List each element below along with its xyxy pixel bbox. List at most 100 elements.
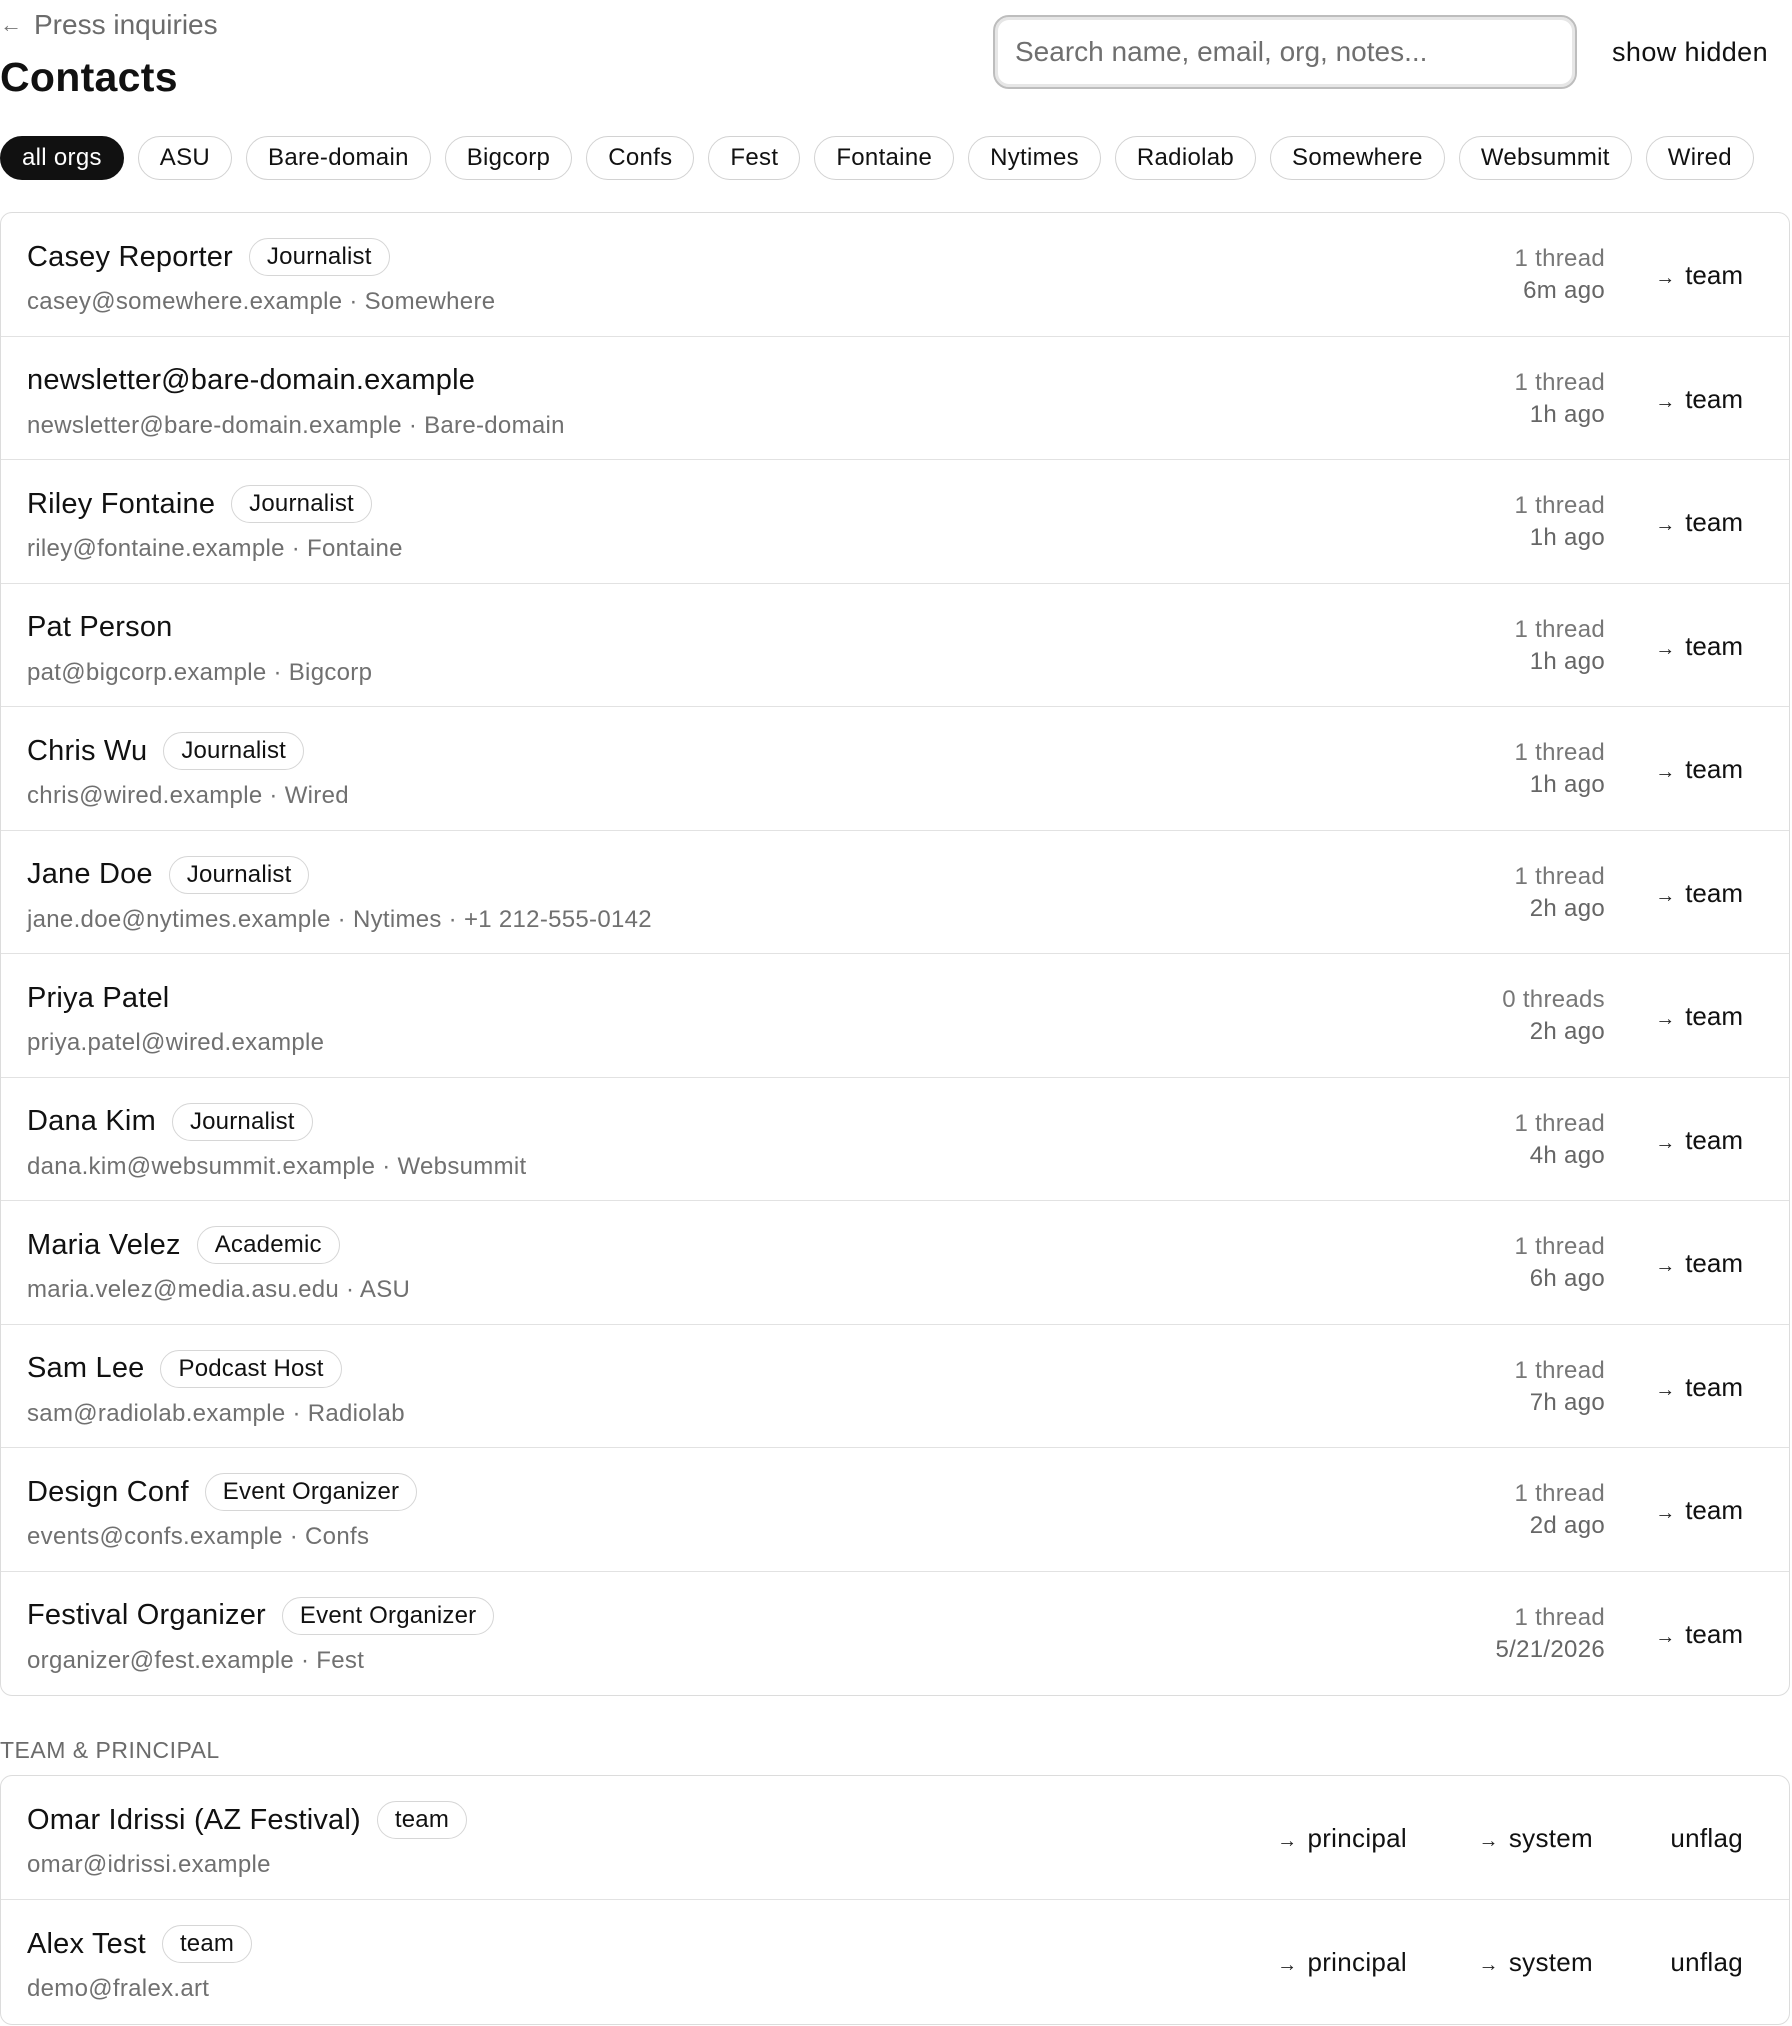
team-member-row[interactable]: Alex Test team demo@fralex.art → principa…	[1, 1900, 1789, 2024]
contact-details: events@confs.example · Confs	[27, 1523, 370, 1550]
contact-row[interactable]: Maria Velez Academic maria.velez@media.a…	[1, 1201, 1789, 1325]
filter-chip-nytimes[interactable]: Nytimes	[968, 136, 1101, 180]
thread-info: 1 thread 4h ago	[1515, 1108, 1605, 1172]
contact-name: Design Conf	[27, 1475, 189, 1508]
contact-row[interactable]: Design Conf Event Organizer events@confs…	[1, 1448, 1789, 1572]
arrow-right-icon: →	[1655, 1255, 1676, 1277]
contact-details: maria.velez@media.asu.edu · ASU	[27, 1276, 411, 1303]
last-activity: 2d ago	[1529, 1512, 1605, 1539]
filter-chip-asu[interactable]: ASU	[137, 136, 233, 180]
thread-count: 0 threads	[1502, 986, 1605, 1013]
arrow-right-icon: →	[1655, 884, 1676, 907]
filter-chip-bare-domain[interactable]: Bare-domain	[246, 136, 431, 180]
filter-chip-all-orgs[interactable]: all orgs	[0, 136, 124, 180]
mark-team-button[interactable]: → team	[1655, 1492, 1743, 1528]
unflag-button[interactable]: unflag	[1670, 1820, 1743, 1856]
thread-info: 1 thread 2d ago	[1515, 1478, 1605, 1542]
contact-details: dana.kim@websummit.example · Websummit	[27, 1152, 527, 1180]
thread-count: 1 thread	[1514, 245, 1605, 272]
arrow-right-icon: →	[1478, 1830, 1499, 1852]
mark-principal-button[interactable]: → principal	[1277, 1944, 1407, 1980]
contact-role-tag: Event Organizer	[204, 1473, 418, 1511]
mark-team-button[interactable]: → team	[1655, 1122, 1743, 1158]
mark-team-button[interactable]: → team	[1655, 504, 1743, 540]
thread-info: 1 thread 2h ago	[1515, 861, 1605, 925]
contact-name: Chris Wu	[27, 734, 148, 767]
back-link-label: Press inquiries	[34, 9, 218, 40]
thread-info: 1 thread 5/21/2026	[1496, 1602, 1605, 1666]
mark-system-label: system	[1508, 1823, 1593, 1853]
mark-team-button[interactable]: → team	[1655, 628, 1743, 664]
arrow-right-icon: →	[1655, 1008, 1676, 1030]
thread-info: 1 thread 7h ago	[1515, 1355, 1605, 1419]
filter-chip-wired[interactable]: Wired	[1645, 136, 1754, 180]
arrow-right-icon: →	[1655, 1625, 1676, 1648]
team-list: Omar Idrissi (AZ Festival) team omar@idr…	[0, 1775, 1790, 2025]
mark-system-button[interactable]: → system	[1479, 1944, 1593, 1980]
contact-name-line: Jane Doe Journalist	[27, 855, 310, 895]
filter-chip-websummit[interactable]: Websummit	[1458, 136, 1632, 180]
search-input[interactable]	[1003, 21, 1563, 83]
filter-chip-somewhere[interactable]: Somewhere	[1270, 136, 1445, 180]
contact-details: casey@somewhere.example · Somewhere	[27, 288, 496, 315]
arrow-right-icon: →	[1277, 1830, 1298, 1852]
mark-team-button[interactable]: → team	[1655, 1245, 1743, 1281]
contact-role-tag: Academic	[196, 1226, 340, 1264]
contact-row[interactable]: Jane Doe Journalist jane.doe@nytimes.exa…	[1, 831, 1789, 954]
member-role-tag: team	[376, 1801, 468, 1839]
contact-row[interactable]: Chris Wu Journalist chris@wired.example …	[1, 707, 1789, 831]
member-email: demo@fralex.art	[27, 1975, 210, 2002]
mark-system-button[interactable]: → system	[1479, 1820, 1593, 1856]
contact-row[interactable]: Festival Organizer Event Organizer organ…	[1, 1572, 1789, 1696]
contact-role-tag: Podcast Host	[160, 1349, 342, 1388]
contact-name: Dana Kim	[27, 1105, 156, 1137]
back-link[interactable]: ← Press inquiries	[0, 6, 218, 44]
filter-chip-radiolab[interactable]: Radiolab	[1114, 136, 1257, 180]
contact-role-tag: Journalist	[231, 485, 372, 523]
member-name: Omar Idrissi (AZ Festival)	[27, 1803, 361, 1836]
contact-row[interactable]: Riley Fontaine Journalist riley@fontaine…	[1, 460, 1789, 584]
arrow-right-icon: →	[1655, 267, 1676, 289]
contact-name: Pat Person	[27, 611, 173, 643]
unflag-button[interactable]: unflag	[1670, 1944, 1743, 1980]
arrow-right-icon: →	[1277, 1954, 1298, 1976]
mark-team-button[interactable]: → team	[1655, 1616, 1743, 1652]
mark-team-button[interactable]: → team	[1655, 875, 1743, 911]
mark-team-button[interactable]: → team	[1655, 1369, 1743, 1405]
team-member-row[interactable]: Omar Idrissi (AZ Festival) team omar@idr…	[1, 1776, 1789, 1900]
thread-info: 1 thread 1h ago	[1515, 737, 1605, 801]
mark-team-button[interactable]: → team	[1655, 751, 1743, 787]
filter-chip-fontaine[interactable]: Fontaine	[814, 136, 955, 180]
mark-team-button[interactable]: → team	[1655, 381, 1743, 417]
contact-role-tag: Journalist	[248, 238, 390, 276]
mark-principal-label: principal	[1307, 1947, 1407, 1977]
arrow-right-icon: →	[1655, 1378, 1676, 1401]
member-name-line: Omar Idrissi (AZ Festival) team	[27, 1800, 468, 1840]
contact-row[interactable]: Sam Lee Podcast Host sam@radiolab.exampl…	[1, 1325, 1789, 1448]
mark-team-button[interactable]: → team	[1655, 257, 1743, 293]
mark-team-label: team	[1685, 877, 1743, 908]
member-name-line: Alex Test team	[27, 1924, 253, 1964]
mark-team-button[interactable]: → team	[1655, 998, 1743, 1034]
arrow-right-icon: →	[1655, 390, 1676, 413]
arrow-right-icon: →	[1655, 637, 1676, 660]
contact-name: Sam Lee	[27, 1352, 145, 1384]
thread-count: 1 thread	[1514, 1233, 1605, 1260]
contact-row[interactable]: Casey Reporter Journalist casey@somewher…	[1, 213, 1789, 337]
filter-chip-bigcorp[interactable]: Bigcorp	[444, 136, 573, 180]
arrow-right-icon: →	[1655, 514, 1676, 536]
filter-chip-confs[interactable]: Confs	[586, 136, 695, 180]
show-hidden-toggle[interactable]: show hidden	[1612, 30, 1768, 74]
contact-row[interactable]: Priya Patel priya.patel@wired.example 0 …	[1, 954, 1789, 1078]
last-activity: 2h ago	[1529, 894, 1605, 922]
contact-name-line: Maria Velez Academic	[27, 1225, 340, 1265]
org-filter-chips: all orgs ASU Bare-domain Bigcorp Confs F…	[0, 136, 1754, 180]
contact-row[interactable]: Pat Person pat@bigcorp.example · Bigcorp…	[1, 584, 1789, 707]
member-role-tag: team	[161, 1925, 253, 1963]
contact-row[interactable]: Dana Kim Journalist dana.kim@websummit.e…	[1, 1078, 1789, 1201]
last-activity: 1h ago	[1529, 771, 1605, 798]
member-email: omar@idrissi.example	[27, 1851, 271, 1878]
contact-row[interactable]: newsletter@bare-domain.example newslette…	[1, 337, 1789, 460]
filter-chip-fest[interactable]: Fest	[708, 136, 801, 180]
mark-principal-button[interactable]: → principal	[1277, 1820, 1407, 1856]
